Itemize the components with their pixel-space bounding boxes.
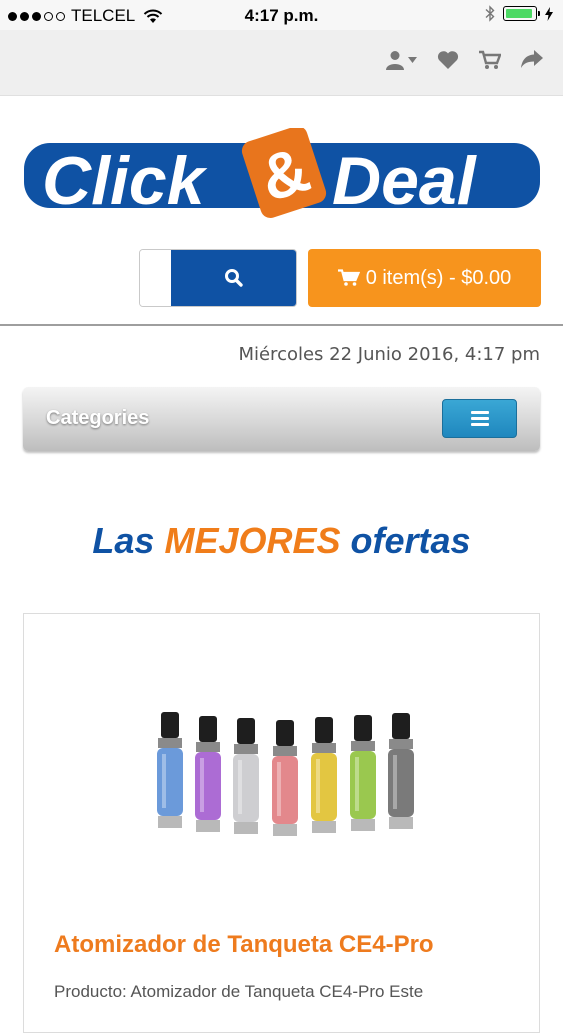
search-input[interactable] <box>140 250 171 306</box>
user-icon[interactable] <box>386 50 417 70</box>
current-date: Miércoles 22 Junio 2016, 4:17 pm <box>238 344 540 365</box>
cart-icon[interactable] <box>479 50 501 70</box>
heart-icon[interactable] <box>437 50 459 70</box>
share-icon[interactable] <box>521 50 543 70</box>
cart-summary: 0 item(s) - $0.00 <box>365 266 512 289</box>
charging-icon <box>545 6 553 21</box>
product-image[interactable] <box>149 704 424 854</box>
product-card[interactable]: Atomizador de Tanqueta CE4-Pro Producto:… <box>23 613 540 1033</box>
categories-bar[interactable]: Categories <box>23 387 540 451</box>
clock: 4:17 p.m. <box>244 6 319 25</box>
status-bar: TELCEL 4:17 p.m. <box>0 0 563 30</box>
bluetooth-icon <box>485 5 495 22</box>
search-button[interactable] <box>171 250 296 306</box>
top-nav <box>0 30 563 96</box>
menu-toggle-button[interactable] <box>442 399 517 438</box>
product-description: Producto: Atomizador de Tanqueta CE4-Pro… <box>54 982 424 1001</box>
search-icon <box>224 269 243 287</box>
click-and-deal-logo[interactable]: Click & Deal <box>24 128 540 218</box>
cart-button[interactable]: 0 item(s) - $0.00 <box>308 249 541 307</box>
battery-icon <box>503 6 540 21</box>
header-divider <box>0 324 563 326</box>
svg-text:Click: Click <box>42 143 208 218</box>
cart-icon <box>337 269 360 286</box>
product-title[interactable]: Atomizador de Tanqueta CE4-Pro <box>54 931 434 959</box>
hamburger-icon <box>470 411 489 414</box>
deals-headline: Las MEJORES ofertas <box>92 520 471 561</box>
categories-label: Categories <box>46 407 150 429</box>
search-box <box>139 249 297 307</box>
svg-text:Deal: Deal <box>332 143 478 218</box>
chevron-down-icon <box>408 57 417 63</box>
